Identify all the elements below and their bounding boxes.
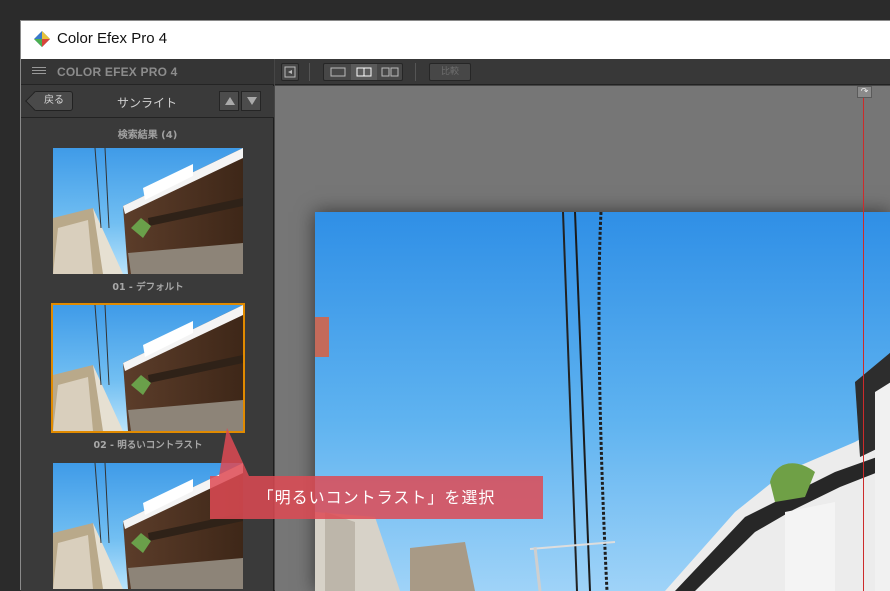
triangle-up-icon bbox=[225, 97, 235, 105]
next-filter-button[interactable] bbox=[241, 91, 261, 111]
preset-thumbnail-selected[interactable] bbox=[51, 303, 245, 433]
toggle-sidebar-button[interactable] bbox=[281, 63, 299, 81]
triangle-down-icon bbox=[247, 97, 257, 105]
title-bar: Color Efex Pro 4 bbox=[21, 21, 890, 59]
desktop-background: Color Efex Pro 4 COLOR EFEX PRO 4 戻る サンラ… bbox=[0, 0, 890, 591]
prev-filter-button[interactable] bbox=[219, 91, 239, 111]
annotation-callout: 「明るいコントラスト」を選択 bbox=[210, 476, 543, 519]
preset-thumbnail[interactable] bbox=[53, 148, 243, 274]
single-view-icon[interactable] bbox=[325, 64, 351, 80]
preview-image bbox=[315, 212, 890, 591]
window-title: Color Efex Pro 4 bbox=[57, 30, 168, 47]
view-mode-group bbox=[323, 63, 403, 81]
view-toolbar: 比較 bbox=[275, 59, 890, 85]
preview-photo bbox=[315, 212, 890, 591]
side-by-side-view-icon[interactable] bbox=[377, 64, 403, 80]
app-logo-icon bbox=[34, 31, 50, 47]
preset-caption: 02 - 明るいコントラスト bbox=[93, 440, 203, 451]
compare-button[interactable]: 比較 bbox=[429, 63, 471, 81]
annotation-pointer bbox=[219, 428, 249, 476]
filter-nav-row: 戻る サンライト bbox=[21, 86, 274, 118]
preset-thumbnail-image bbox=[53, 305, 243, 431]
back-button[interactable]: 戻る bbox=[33, 91, 73, 111]
rotate-split-icon[interactable]: ↷ bbox=[857, 86, 872, 98]
menu-icon[interactable] bbox=[32, 67, 46, 77]
panel-toggle-icon bbox=[284, 66, 296, 78]
preset-thumbnail-image bbox=[53, 148, 243, 274]
search-results-label: 検索結果 (4) bbox=[117, 130, 178, 141]
sidebar-header: COLOR EFEX PRO 4 bbox=[21, 59, 274, 85]
toolbar-divider bbox=[309, 63, 310, 81]
preset-caption: 01 - デフォルト bbox=[112, 282, 184, 293]
toolbar-divider bbox=[415, 63, 416, 81]
split-preview-line[interactable] bbox=[863, 86, 864, 591]
sidebar-title: COLOR EFEX PRO 4 bbox=[57, 65, 178, 79]
filter-title: サンライト bbox=[117, 96, 178, 110]
split-view-icon[interactable] bbox=[351, 64, 377, 80]
